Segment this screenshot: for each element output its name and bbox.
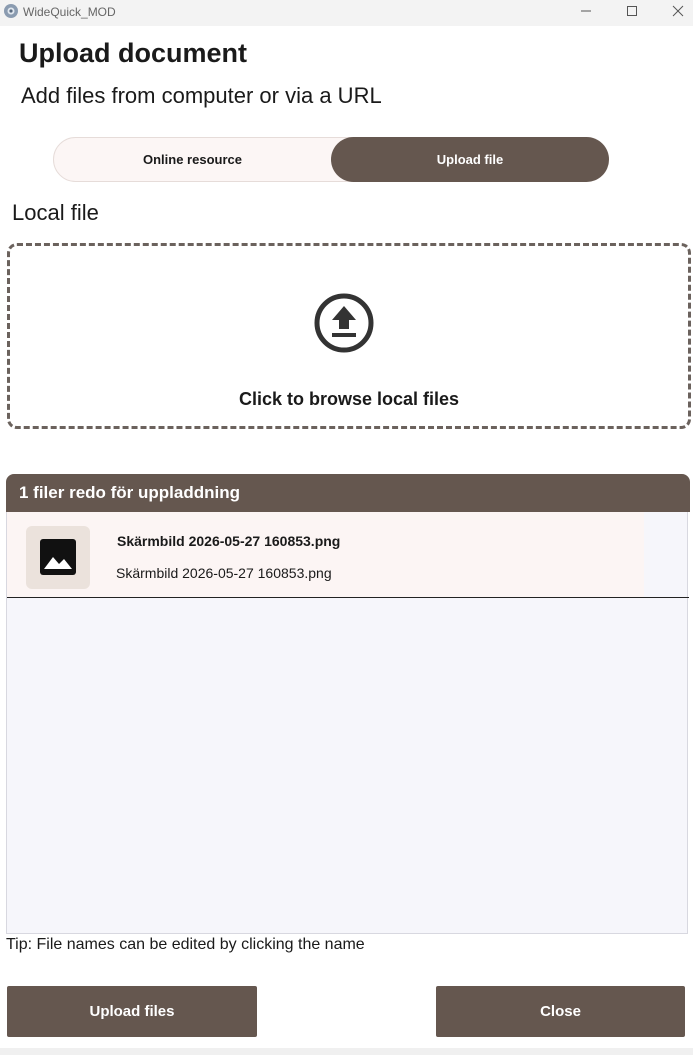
page-title: Upload document [19, 38, 247, 68]
title-bar: WideQuick_MOD [0, 0, 693, 26]
tab-upload-file[interactable]: Upload file [331, 137, 609, 182]
row-divider [7, 597, 689, 598]
tab-online-resource[interactable]: Online resource [54, 138, 331, 181]
source-tabs: Online resource Upload file [53, 137, 609, 182]
maximize-button[interactable] [609, 0, 655, 22]
file-thumbnail [26, 526, 90, 589]
file-list-item[interactable]: Skärmbild 2026-05-27 160853.png Skärmbil… [7, 512, 644, 597]
browse-files-text: Click to browse local files [238, 389, 460, 409]
close-button[interactable]: Close [436, 986, 685, 1037]
file-list-title: 1 filer redo för uppladdning [19, 483, 240, 502]
app-icon [4, 4, 18, 18]
file-list: Skärmbild 2026-05-27 160853.png Skärmbil… [6, 512, 689, 934]
maximize-icon [627, 6, 637, 16]
minimize-icon [581, 10, 591, 12]
file-list-header: 1 filer redo för uppladdning [6, 474, 690, 512]
window-bottom-edge [0, 1048, 693, 1055]
close-window-button[interactable] [655, 0, 693, 22]
file-name[interactable]: Skärmbild 2026-05-27 160853.png [117, 533, 340, 549]
window-title: WideQuick_MOD [23, 5, 116, 19]
image-icon [40, 539, 76, 575]
upload-files-button[interactable]: Upload files [7, 986, 257, 1037]
tip-text: Tip: File names can be edited by clickin… [6, 936, 365, 953]
file-original-name: Skärmbild 2026-05-27 160853.png [116, 565, 332, 581]
upload-icon [314, 293, 374, 353]
minimize-button[interactable] [563, 0, 609, 22]
page-subtitle: Add files from computer or via a URL [21, 83, 382, 108]
file-drop-zone[interactable]: Click to browse local files [7, 243, 691, 429]
close-icon [672, 5, 684, 17]
local-file-label: Local file [12, 200, 99, 225]
